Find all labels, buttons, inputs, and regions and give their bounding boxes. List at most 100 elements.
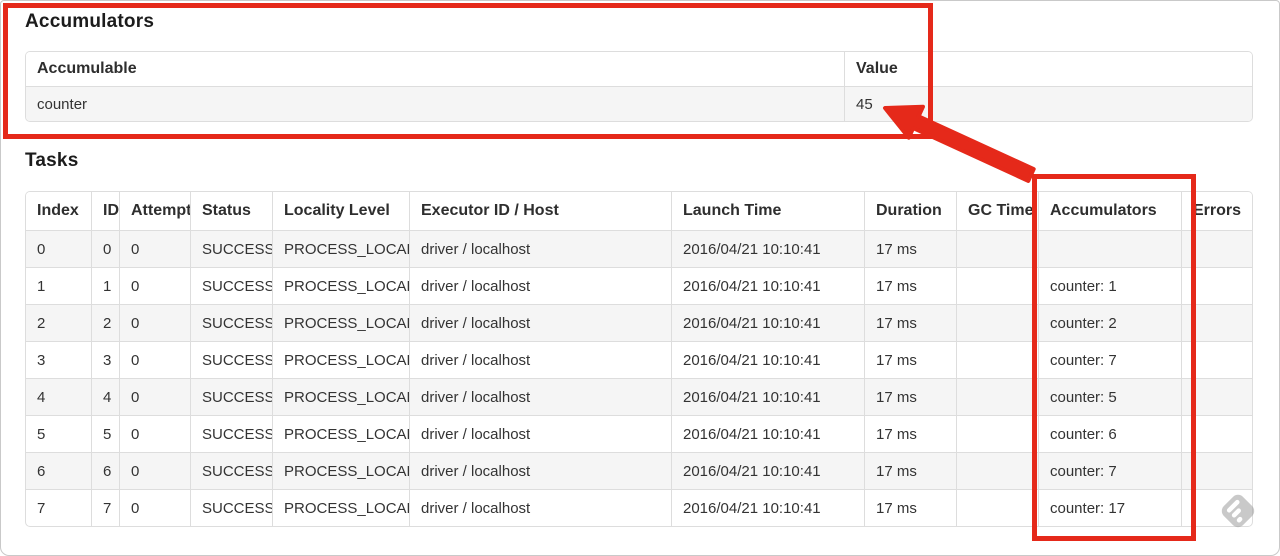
cell-attempt: 0 bbox=[119, 489, 190, 526]
cell-launch-time: 2016/04/21 10:10:41 bbox=[671, 341, 864, 378]
tasks-table: Index▲ ID Attempt Status Locality Level … bbox=[25, 191, 1253, 527]
cell-gc-time bbox=[956, 489, 1038, 526]
cell-attempt: 0 bbox=[119, 452, 190, 489]
column-header-index-label: Index bbox=[37, 202, 79, 219]
cell-accumulators: counter: 7 bbox=[1038, 341, 1181, 378]
cell-locality: PROCESS_LOCAL bbox=[272, 341, 409, 378]
cell-duration: 17 ms bbox=[864, 489, 956, 526]
cell-gc-time bbox=[956, 415, 1038, 452]
cell-errors bbox=[1181, 415, 1252, 452]
column-header-value[interactable]: Value bbox=[844, 52, 1252, 86]
column-header-errors[interactable]: Errors bbox=[1181, 192, 1252, 230]
cell-errors bbox=[1181, 489, 1252, 526]
table-row: 3 3 0 SUCCESS PROCESS_LOCAL driver / loc… bbox=[26, 341, 1252, 378]
cell-accumulators: counter: 7 bbox=[1038, 452, 1181, 489]
cell-launch-time: 2016/04/21 10:10:41 bbox=[671, 230, 864, 267]
cell-locality: PROCESS_LOCAL bbox=[272, 452, 409, 489]
table-row: 4 4 0 SUCCESS PROCESS_LOCAL driver / loc… bbox=[26, 378, 1252, 415]
cell-index: 4 bbox=[26, 378, 91, 415]
cell-attempt: 0 bbox=[119, 378, 190, 415]
cell-status: SUCCESS bbox=[190, 267, 272, 304]
cell-status: SUCCESS bbox=[190, 415, 272, 452]
cell-locality: PROCESS_LOCAL bbox=[272, 230, 409, 267]
cell-duration: 17 ms bbox=[864, 378, 956, 415]
table-row: counter 45 bbox=[26, 86, 1252, 121]
cell-accumulable: counter bbox=[26, 86, 844, 121]
cell-attempt: 0 bbox=[119, 230, 190, 267]
cell-gc-time bbox=[956, 452, 1038, 489]
cell-launch-time: 2016/04/21 10:10:41 bbox=[671, 415, 864, 452]
cell-errors bbox=[1181, 230, 1252, 267]
cell-id: 1 bbox=[91, 267, 119, 304]
cell-gc-time bbox=[956, 378, 1038, 415]
cell-attempt: 0 bbox=[119, 341, 190, 378]
cell-index: 0 bbox=[26, 230, 91, 267]
cell-launch-time: 2016/04/21 10:10:41 bbox=[671, 452, 864, 489]
column-header-attempt[interactable]: Attempt bbox=[119, 192, 190, 230]
cell-launch-time: 2016/04/21 10:10:41 bbox=[671, 378, 864, 415]
cell-duration: 17 ms bbox=[864, 267, 956, 304]
cell-locality: PROCESS_LOCAL bbox=[272, 267, 409, 304]
cell-status: SUCCESS bbox=[190, 230, 272, 267]
table-row: 2 2 0 SUCCESS PROCESS_LOCAL driver / loc… bbox=[26, 304, 1252, 341]
accumulators-section-title: Accumulators bbox=[25, 11, 155, 32]
cell-launch-time: 2016/04/21 10:10:41 bbox=[671, 489, 864, 526]
cell-executor: driver / localhost bbox=[409, 452, 671, 489]
cell-errors bbox=[1181, 304, 1252, 341]
cell-launch-time: 2016/04/21 10:10:41 bbox=[671, 304, 864, 341]
cell-locality: PROCESS_LOCAL bbox=[272, 378, 409, 415]
column-header-launch-time[interactable]: Launch Time bbox=[671, 192, 864, 230]
column-header-gc-time[interactable]: GC Time bbox=[956, 192, 1038, 230]
cell-accumulators: counter: 5 bbox=[1038, 378, 1181, 415]
table-row: 1 1 0 SUCCESS PROCESS_LOCAL driver / loc… bbox=[26, 267, 1252, 304]
column-header-locality-level[interactable]: Locality Level bbox=[272, 192, 409, 230]
cell-id: 6 bbox=[91, 452, 119, 489]
cell-duration: 17 ms bbox=[864, 304, 956, 341]
cell-id: 3 bbox=[91, 341, 119, 378]
cell-gc-time bbox=[956, 267, 1038, 304]
column-header-index[interactable]: Index ▲ bbox=[26, 192, 91, 230]
sort-ascending-icon: ▲ bbox=[90, 206, 91, 217]
cell-index: 7 bbox=[26, 489, 91, 526]
cell-gc-time bbox=[956, 304, 1038, 341]
cell-id: 2 bbox=[91, 304, 119, 341]
cell-accumulators: counter: 17 bbox=[1038, 489, 1181, 526]
cell-attempt: 0 bbox=[119, 267, 190, 304]
cell-launch-time: 2016/04/21 10:10:41 bbox=[671, 267, 864, 304]
column-header-status[interactable]: Status bbox=[190, 192, 272, 230]
cell-index: 2 bbox=[26, 304, 91, 341]
column-header-accumulators[interactable]: Accumulators bbox=[1038, 192, 1181, 230]
cell-errors bbox=[1181, 378, 1252, 415]
cell-executor: driver / localhost bbox=[409, 341, 671, 378]
cell-duration: 17 ms bbox=[864, 230, 956, 267]
column-header-accumulable[interactable]: Accumulable bbox=[26, 52, 844, 86]
cell-value: 45 bbox=[844, 86, 1252, 121]
cell-accumulators: counter: 1 bbox=[1038, 267, 1181, 304]
table-row: 0 0 0 SUCCESS PROCESS_LOCAL driver / loc… bbox=[26, 230, 1252, 267]
cell-id: 4 bbox=[91, 378, 119, 415]
cell-index: 3 bbox=[26, 341, 91, 378]
cell-id: 7 bbox=[91, 489, 119, 526]
cell-accumulators bbox=[1038, 230, 1181, 267]
column-header-duration[interactable]: Duration bbox=[864, 192, 956, 230]
table-row: 7 7 0 SUCCESS PROCESS_LOCAL driver / loc… bbox=[26, 489, 1252, 526]
cell-index: 6 bbox=[26, 452, 91, 489]
cell-executor: driver / localhost bbox=[409, 230, 671, 267]
cell-status: SUCCESS bbox=[190, 341, 272, 378]
cell-errors bbox=[1181, 267, 1252, 304]
cell-status: SUCCESS bbox=[190, 489, 272, 526]
column-header-executor-id-host[interactable]: Executor ID / Host bbox=[409, 192, 671, 230]
column-header-id[interactable]: ID bbox=[91, 192, 119, 230]
cell-accumulators: counter: 2 bbox=[1038, 304, 1181, 341]
cell-errors bbox=[1181, 452, 1252, 489]
tasks-section-title: Tasks bbox=[25, 150, 79, 171]
table-row: 5 5 0 SUCCESS PROCESS_LOCAL driver / loc… bbox=[26, 415, 1252, 452]
table-row: 6 6 0 SUCCESS PROCESS_LOCAL driver / loc… bbox=[26, 452, 1252, 489]
cell-duration: 17 ms bbox=[864, 452, 956, 489]
cell-executor: driver / localhost bbox=[409, 378, 671, 415]
cell-executor: driver / localhost bbox=[409, 489, 671, 526]
table-header-row: Accumulable Value bbox=[26, 52, 1252, 86]
cell-status: SUCCESS bbox=[190, 378, 272, 415]
cell-attempt: 0 bbox=[119, 415, 190, 452]
cell-duration: 17 ms bbox=[864, 415, 956, 452]
